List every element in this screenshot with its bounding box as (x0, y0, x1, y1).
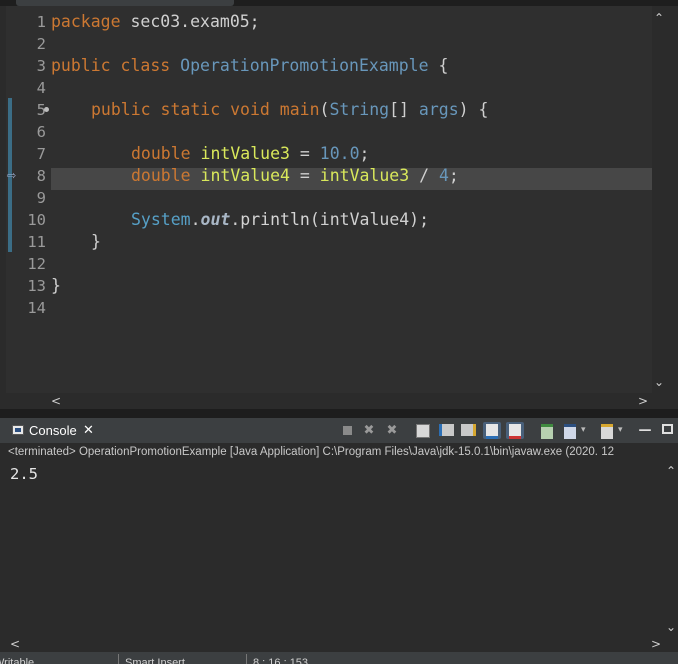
display-console-icon (564, 424, 576, 439)
line-number-gutter: 1 2 3 4 5 6 7 8 9 10 11 12 13 14 ⇨ (7, 6, 49, 393)
remove-launch-button[interactable]: ✖ (360, 422, 378, 439)
pin-icon (541, 424, 553, 439)
line-number: 14 (27, 299, 46, 317)
console-output-text: 2.5 (10, 465, 38, 483)
line-number: 12 (27, 255, 46, 273)
line-number: 6 (36, 123, 46, 141)
pin-console-button[interactable] (538, 422, 556, 439)
code-line-10: System.out.println(intValue4); (131, 210, 430, 229)
writable-status: Writable (0, 657, 35, 664)
insert-mode-status: Smart Insert (125, 657, 185, 664)
terminate-button[interactable] (338, 422, 356, 439)
remove-launch-icon: ✖ (363, 423, 375, 438)
scroll-down-arrow-icon[interactable]: ⌄ (666, 621, 676, 633)
minimize-button[interactable]: — (636, 422, 654, 439)
display-selected-console-button[interactable]: ▾ (561, 422, 586, 439)
new-console-icon (601, 424, 613, 439)
show-on-stderr-button[interactable] (506, 422, 524, 439)
code-line-13: } (51, 276, 61, 295)
code-line-8: double intValue4 = intValue3 / 4; (131, 166, 459, 185)
scroll-right-arrow-icon[interactable]: > (638, 395, 648, 407)
console-output[interactable]: 2.5 (6, 461, 664, 636)
line-number: 3 (36, 57, 46, 75)
remove-all-terminated-button[interactable]: ✖ (383, 422, 401, 439)
pin-console-icon (486, 424, 498, 439)
dropdown-arrow-icon[interactable]: ▾ (581, 422, 586, 439)
line-number: 10 (27, 211, 46, 229)
word-wrap-button[interactable] (459, 422, 477, 439)
line-number: 4 (36, 79, 46, 97)
line-number: 13 (27, 277, 46, 295)
terminate-icon (342, 426, 352, 435)
overview-ruler (6, 6, 13, 393)
maximize-icon (661, 424, 673, 434)
status-bar: Writable Smart Insert 8 : 16 : 153 (0, 652, 678, 664)
console-toolbar: Console ✕ ✖ ✖ ▾ ▾ — (0, 418, 678, 443)
line-number: 11 (27, 233, 46, 251)
code-line-7: double intValue3 = 10.0; (131, 144, 370, 163)
line-number: 7 (36, 145, 46, 163)
editor-horizontal-scrollbar[interactable]: < > (43, 393, 652, 409)
view-divider[interactable] (0, 409, 678, 418)
console-icon (12, 425, 24, 435)
open-console-icon (509, 424, 521, 439)
tab-console[interactable]: Console ✕ (6, 418, 98, 443)
open-console-button[interactable]: ▾ (598, 422, 623, 439)
console-horizontal-scrollbar[interactable]: < > (6, 636, 664, 652)
console-vertical-scrollbar[interactable]: ⌃ ⌄ (664, 461, 678, 636)
editor-vertical-scrollbar[interactable]: ⌃ ⌄ (652, 6, 668, 393)
word-wrap-icon (460, 424, 476, 436)
console-tab-label: Console (29, 423, 77, 438)
code-editor[interactable]: 1 2 3 4 5 6 7 8 9 10 11 12 13 14 ⇨ package sec03.exam0… (6, 6, 652, 393)
scroll-lock-icon (438, 424, 454, 436)
line-number: 8 (36, 167, 46, 185)
code-line-1: package sec03.exam05; (51, 12, 260, 31)
close-icon[interactable]: ✕ (83, 418, 94, 443)
quick-diff-arrow-icon: ⇨ (7, 169, 17, 182)
cursor-position-status: 8 : 16 : 153 (253, 657, 309, 664)
fold-toggle-icon[interactable] (44, 107, 49, 112)
show-on-stdout-button[interactable] (483, 422, 501, 439)
code-line-11: } (91, 232, 101, 251)
console-process-status: <terminated> OperationPromotionExample [… (0, 443, 678, 461)
code-area[interactable]: package sec03.exam05; public class Opera… (51, 6, 652, 393)
minimize-icon: — (638, 423, 652, 438)
status-separator (118, 654, 119, 664)
code-line-3: public class OperationPromotionExample { (51, 56, 449, 75)
scroll-left-arrow-icon[interactable]: < (51, 395, 61, 407)
scroll-down-arrow-icon[interactable]: ⌄ (654, 376, 664, 388)
clear-console-icon (416, 424, 430, 438)
scroll-up-arrow-icon[interactable]: ⌃ (654, 12, 664, 24)
clear-console-button[interactable] (414, 422, 432, 439)
remove-all-terminated-icon: ✖ (386, 423, 398, 438)
scroll-up-arrow-icon[interactable]: ⌃ (666, 465, 676, 477)
scroll-lock-button[interactable] (437, 422, 455, 439)
line-number: 2 (36, 35, 46, 53)
line-number: 9 (36, 189, 46, 207)
code-line-5: public static void main(String[] args) { (91, 100, 489, 119)
line-number: 1 (36, 13, 46, 31)
maximize-button[interactable] (658, 422, 676, 439)
status-separator (246, 654, 247, 664)
scroll-left-arrow-icon[interactable]: < (10, 638, 20, 650)
scroll-right-arrow-icon[interactable]: > (651, 638, 661, 650)
scroll-corner (652, 393, 668, 409)
dropdown-arrow-icon[interactable]: ▾ (618, 422, 623, 439)
process-status-text: <terminated> OperationPromotionExample [… (8, 446, 614, 458)
